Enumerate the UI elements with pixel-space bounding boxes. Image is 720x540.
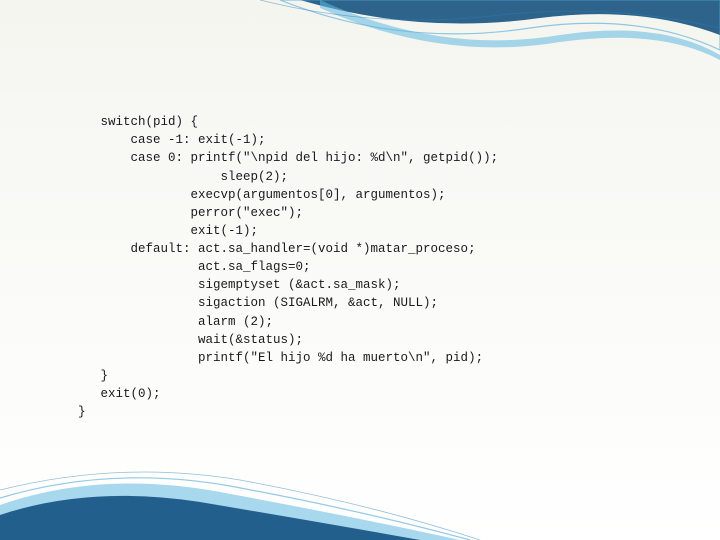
code-line: alarm (2); xyxy=(78,315,273,329)
code-line: perror("exec"); xyxy=(78,206,303,220)
code-line: execvp(argumentos[0], argumentos); xyxy=(78,188,446,202)
code-line: exit(-1); xyxy=(78,224,258,238)
code-line: } xyxy=(78,405,86,419)
code-line: default: act.sa_handler=(void *)matar_pr… xyxy=(78,242,476,256)
code-line: case 0: printf("\npid del hijo: %d\n", g… xyxy=(78,151,498,165)
code-line: case -1: exit(-1); xyxy=(78,133,266,147)
code-line: act.sa_flags=0; xyxy=(78,260,311,274)
code-line: sigemptyset (&act.sa_mask); xyxy=(78,278,401,292)
code-line: } xyxy=(78,369,108,383)
code-line: exit(0); xyxy=(78,387,161,401)
code-line: wait(&status); xyxy=(78,333,303,347)
decorative-wave-bottom xyxy=(0,450,720,540)
code-line: switch(pid) { xyxy=(78,115,198,129)
decorative-wave-top xyxy=(0,0,720,90)
code-line: printf("El hijo %d ha muerto\n", pid); xyxy=(78,351,483,365)
code-block: switch(pid) { case -1: exit(-1); case 0:… xyxy=(78,95,498,421)
code-line: sigaction (SIGALRM, &act, NULL); xyxy=(78,296,438,310)
code-line: sleep(2); xyxy=(78,170,288,184)
